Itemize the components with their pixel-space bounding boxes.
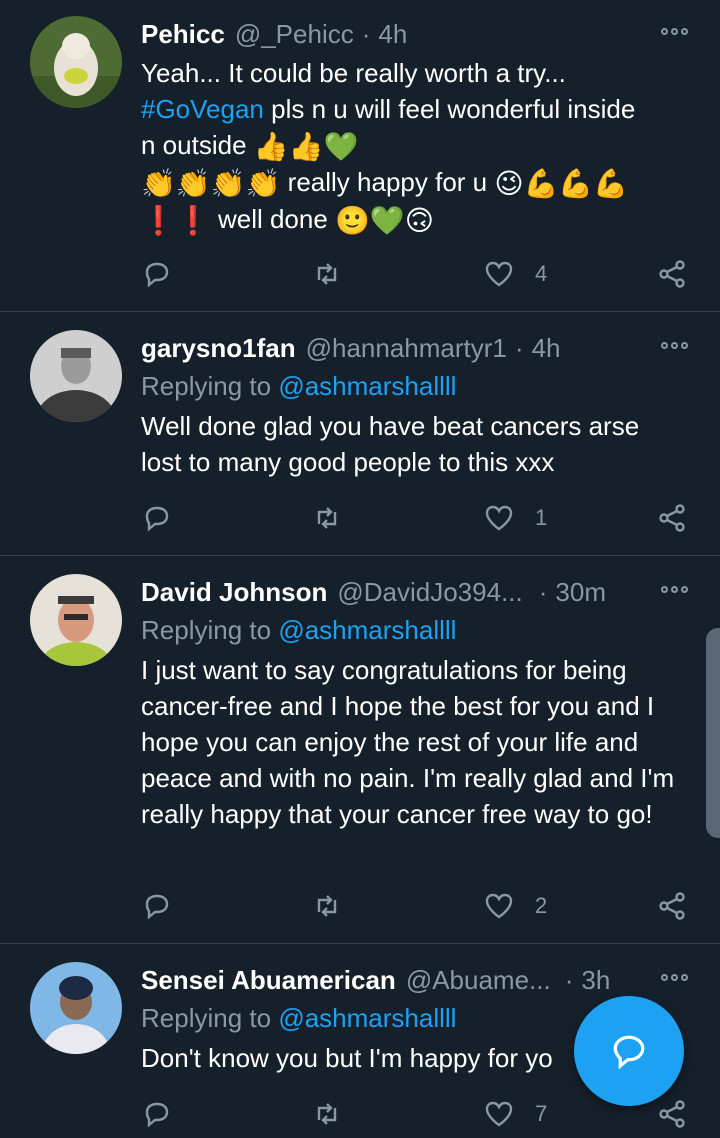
smile-heart-emoji: 🙂💚🙃 bbox=[335, 205, 434, 237]
retweet-button[interactable] bbox=[311, 500, 343, 536]
more-options-icon[interactable] bbox=[661, 974, 688, 981]
tweet-text-line: Yeah... It could be really worth a try..… bbox=[141, 58, 566, 88]
tweet-text-line: really happy for u bbox=[280, 167, 495, 198]
heart-icon bbox=[485, 261, 513, 287]
avatar[interactable] bbox=[30, 962, 122, 1054]
like-button[interactable]: 2 bbox=[483, 888, 547, 924]
author-name[interactable]: Pehicc bbox=[141, 19, 225, 50]
like-button[interactable]: 7 bbox=[483, 1096, 547, 1132]
separator-dot: · bbox=[564, 964, 574, 995]
mention-link[interactable]: @ashmarshallll bbox=[278, 1003, 456, 1033]
heart-icon bbox=[485, 505, 513, 531]
separator-dot: · bbox=[361, 18, 371, 49]
scrollbar[interactable] bbox=[706, 628, 720, 838]
exclamation-emoji: ❗❗ bbox=[141, 205, 211, 237]
like-count: 4 bbox=[535, 261, 548, 286]
retweet-icon bbox=[317, 1103, 337, 1125]
tweet-text: Well done glad you have beat cancers ars… bbox=[141, 411, 640, 477]
share-button[interactable] bbox=[656, 888, 688, 924]
reply-icon bbox=[145, 1102, 169, 1128]
tweet-text: Don't know you but I'm happy for yo bbox=[141, 1043, 553, 1073]
more-options-icon[interactable] bbox=[661, 28, 688, 35]
author-handle[interactable]: @DavidJo394... bbox=[337, 577, 522, 608]
like-button[interactable]: 1 bbox=[483, 500, 547, 536]
wink-flex-emoji: 😉💪💪💪 bbox=[494, 168, 629, 200]
avatar[interactable] bbox=[30, 16, 122, 108]
share-button[interactable] bbox=[656, 1096, 688, 1132]
reply-button[interactable] bbox=[141, 500, 173, 536]
retweet-icon bbox=[317, 507, 337, 529]
like-count: 2 bbox=[535, 893, 548, 918]
mention-link[interactable]: @ashmarshallll bbox=[278, 615, 456, 645]
hashtag-link[interactable]: #GoVegan bbox=[141, 94, 264, 124]
reply-button[interactable] bbox=[141, 1096, 173, 1132]
share-button[interactable] bbox=[656, 500, 688, 536]
timestamp: 4h bbox=[531, 332, 561, 363]
clapping-emoji: 👏👏👏👏 bbox=[141, 168, 281, 200]
reply-button[interactable] bbox=[141, 256, 173, 292]
tweet-text-line: pls n u will feel wonderful inside bbox=[263, 94, 636, 124]
avatar[interactable] bbox=[30, 574, 122, 666]
heart-icon bbox=[485, 1101, 513, 1127]
retweet-icon bbox=[317, 263, 337, 285]
tweet-text: I just want to say congratulations for b… bbox=[141, 655, 675, 829]
avatar[interactable] bbox=[30, 330, 122, 422]
retweet-icon bbox=[317, 895, 337, 917]
retweet-button[interactable] bbox=[311, 888, 343, 924]
share-icon bbox=[659, 260, 685, 288]
replying-to-label: Replying to bbox=[141, 1003, 279, 1033]
reply-icon bbox=[145, 262, 169, 288]
tweet-david-johnson[interactable]: David Johnson @DavidJo394... · 30m Reply… bbox=[0, 556, 720, 944]
author-name[interactable]: Sensei Abuamerican bbox=[141, 965, 396, 996]
replying-to: Replying to @ashmarshallll bbox=[141, 612, 700, 648]
reply-icon bbox=[145, 894, 169, 920]
mention-link[interactable]: @ashmarshallll bbox=[278, 371, 456, 401]
author-handle[interactable]: @Abuame... bbox=[406, 965, 551, 996]
author-handle[interactable]: @hannahmartyr1 bbox=[306, 333, 507, 364]
replying-to-label: Replying to bbox=[141, 371, 279, 401]
like-count: 1 bbox=[535, 505, 548, 530]
tweet-text: Yeah... It could be really worth a try..… bbox=[141, 55, 700, 238]
tweet-text-line: well done bbox=[210, 204, 336, 235]
thumbs-up-emoji: 👍👍💚 bbox=[253, 131, 359, 163]
author-name[interactable]: garysno1fan bbox=[141, 333, 296, 364]
author-name[interactable]: David Johnson bbox=[141, 577, 327, 608]
retweet-button[interactable] bbox=[311, 1096, 343, 1132]
heart-icon bbox=[485, 893, 513, 919]
timestamp: 3h bbox=[581, 964, 611, 995]
timestamp: 30m bbox=[555, 576, 606, 607]
like-button[interactable]: 4 bbox=[483, 256, 547, 292]
timestamp: 4h bbox=[378, 18, 408, 49]
more-options-icon[interactable] bbox=[661, 586, 688, 593]
share-icon bbox=[659, 504, 685, 532]
author-handle[interactable]: @_Pehicc bbox=[235, 19, 354, 50]
tweet-garysno1fan[interactable]: garysno1fan @hannahmartyr1 · 4h Replying… bbox=[0, 312, 720, 556]
share-icon bbox=[659, 1100, 685, 1128]
replying-to-label: Replying to bbox=[141, 615, 279, 645]
share-button[interactable] bbox=[656, 256, 688, 292]
reply-button[interactable] bbox=[141, 888, 173, 924]
like-count: 7 bbox=[535, 1101, 548, 1126]
tweet-text-line: n outside bbox=[141, 130, 254, 160]
replying-to: Replying to @ashmarshallll bbox=[141, 368, 700, 404]
separator-dot: · bbox=[514, 332, 524, 363]
retweet-button[interactable] bbox=[311, 256, 343, 292]
more-options-icon[interactable] bbox=[661, 342, 688, 349]
reply-icon bbox=[145, 506, 169, 532]
separator-dot: · bbox=[538, 576, 548, 607]
compose-reply-icon bbox=[613, 1035, 645, 1070]
share-icon bbox=[659, 892, 685, 920]
compose-reply-button[interactable] bbox=[574, 996, 684, 1106]
tweet-pehicc[interactable]: Pehicc @_Pehicc · 4h Yeah... It could be… bbox=[0, 0, 720, 312]
